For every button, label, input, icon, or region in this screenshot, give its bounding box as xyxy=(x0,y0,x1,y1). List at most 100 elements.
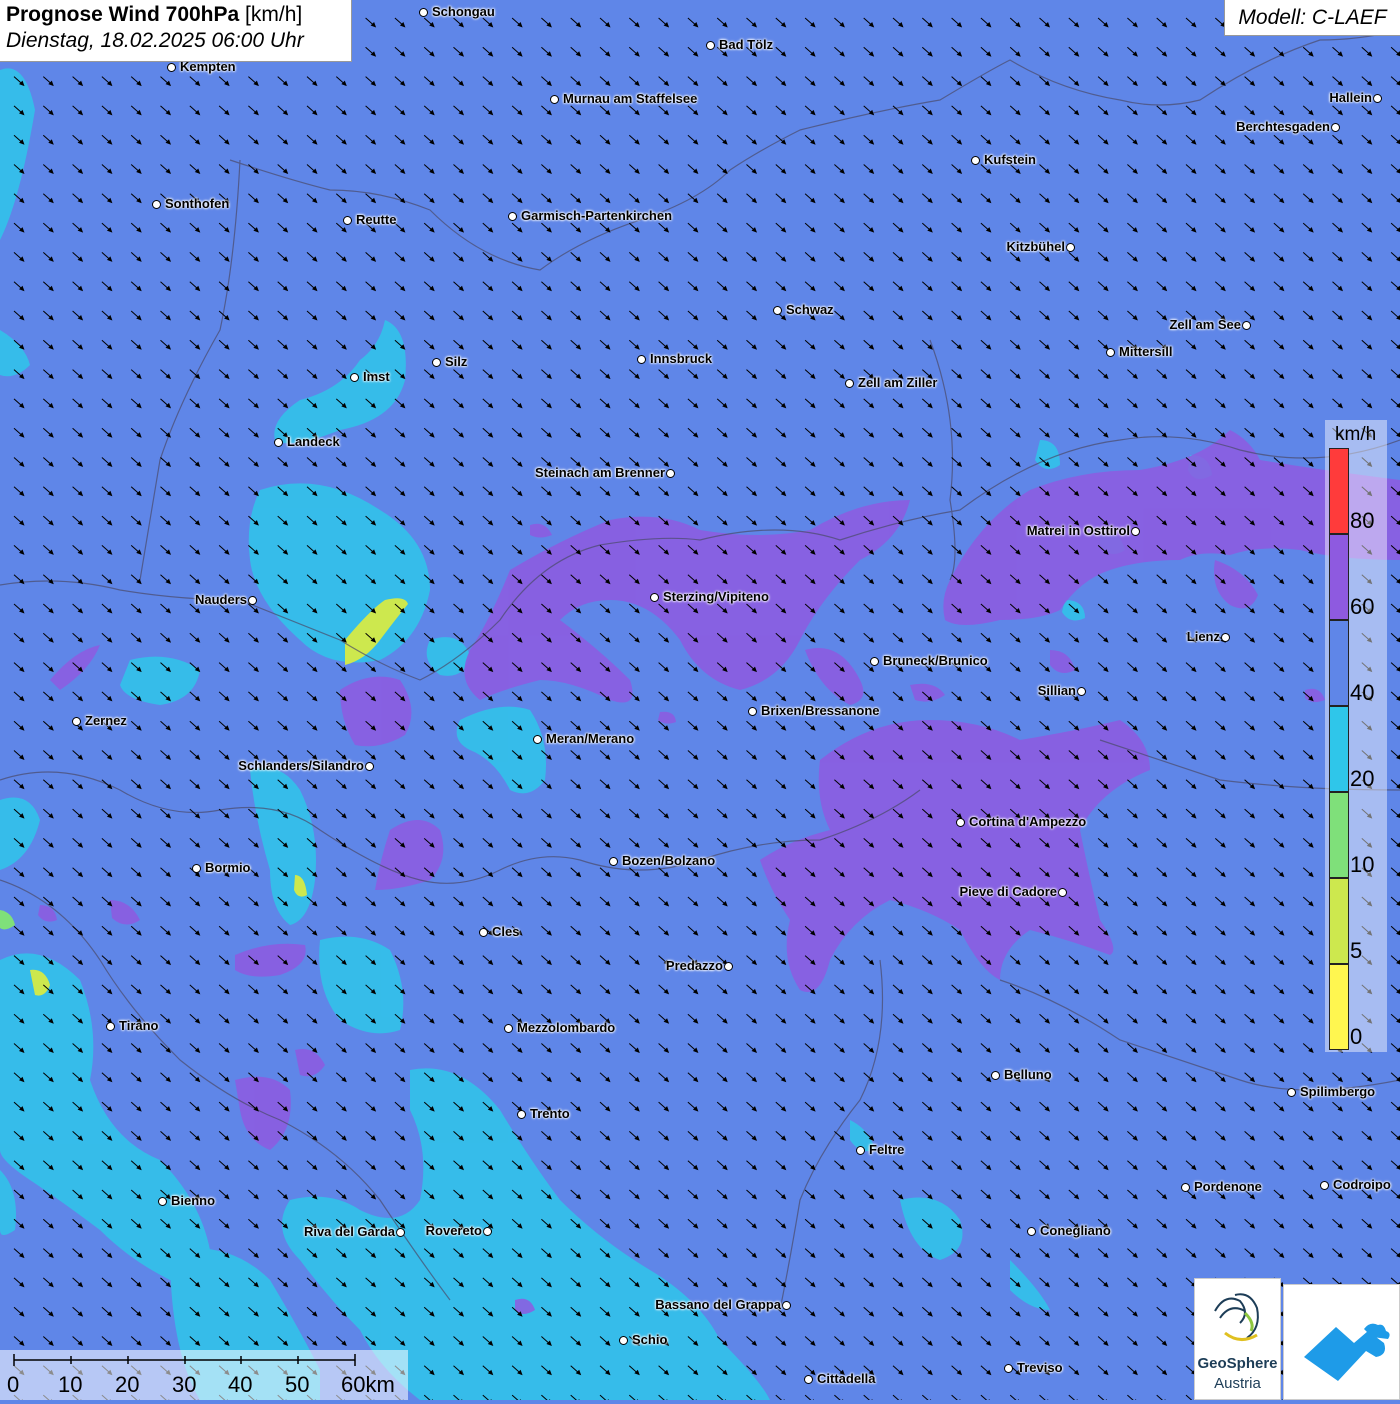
city-label: Schlanders/Silandro xyxy=(238,758,364,773)
legend-tick-10: 10 xyxy=(1350,852,1375,877)
partner-logo xyxy=(1283,1284,1400,1400)
city-label: Trento xyxy=(530,1106,570,1121)
city-marker xyxy=(650,593,659,602)
city-label: Matrei in Osttirol xyxy=(1026,523,1130,538)
city-label: Silz xyxy=(445,354,468,369)
city-label: Lienz xyxy=(1186,629,1220,644)
city-label: Schongau xyxy=(432,4,495,19)
city-marker xyxy=(479,928,488,937)
city-marker xyxy=(1287,1088,1296,1097)
city-label: Sonthofen xyxy=(165,196,230,211)
city-label: Cortina d'Ampezzo xyxy=(969,814,1087,829)
city-marker xyxy=(845,379,854,388)
city-marker xyxy=(1131,527,1140,536)
city-label: Bruneck/Brunico xyxy=(883,653,988,668)
scale-bar: 0 10 20 30 40 50 60km xyxy=(0,1350,408,1400)
city-marker xyxy=(666,469,675,478)
legend-tick-40: 40 xyxy=(1350,680,1375,705)
legend-swatch-20 xyxy=(1329,706,1349,792)
title-box: Prognose Wind 700hPa [km/h] Dienstag, 18… xyxy=(0,0,352,62)
forecast-date: Dienstag, 18.02.2025 06:00 Uhr xyxy=(6,29,304,52)
city-label: Schio xyxy=(632,1332,668,1347)
city-label: Hallein xyxy=(1329,90,1372,105)
city-marker xyxy=(773,306,782,315)
legend-tick-60: 60 xyxy=(1350,594,1375,619)
city-marker xyxy=(1181,1183,1190,1192)
city-label: Kitzbühel xyxy=(1006,239,1066,254)
city-marker xyxy=(483,1227,492,1236)
legend-swatch-10 xyxy=(1329,792,1349,878)
city-label: Belluno xyxy=(1004,1067,1052,1082)
city-label: Imst xyxy=(363,369,390,384)
city-marker xyxy=(1077,687,1086,696)
city-marker xyxy=(637,355,646,364)
city-marker xyxy=(971,156,980,165)
city-marker xyxy=(72,717,81,726)
legend-swatch-80 xyxy=(1329,448,1349,534)
city-label: Zernez xyxy=(85,713,127,728)
city-marker xyxy=(782,1301,791,1310)
legend-swatch-60 xyxy=(1329,534,1349,620)
city-label: Berchtesgaden xyxy=(1236,119,1330,134)
mountain-cloud-logo-icon xyxy=(1304,1323,1390,1381)
city-marker xyxy=(1331,123,1340,132)
city-marker xyxy=(343,216,352,225)
city-marker xyxy=(350,373,359,382)
title-main: Prognose Wind 700hPa xyxy=(6,3,240,26)
city-marker xyxy=(1373,94,1382,103)
city-marker xyxy=(609,857,618,866)
city-label: Tirano xyxy=(119,1018,159,1033)
city-marker xyxy=(158,1197,167,1206)
legend-tick-0: 0 xyxy=(1350,1024,1363,1049)
legend-tick-5: 5 xyxy=(1350,938,1363,963)
color-legend: km/h 80 60 40 20 10 5 0 xyxy=(1325,420,1387,1052)
city-label: Meran/Merano xyxy=(546,731,635,746)
city-label: Schwaz xyxy=(786,302,834,317)
city-marker xyxy=(856,1146,865,1155)
legend-swatch-40 xyxy=(1329,620,1349,706)
city-marker xyxy=(504,1024,513,1033)
city-label: Kufstein xyxy=(984,152,1036,167)
geosphere-name: GeoSphere xyxy=(1197,1355,1278,1372)
city-marker xyxy=(106,1022,115,1031)
geosphere-sub: Austria xyxy=(1214,1375,1261,1392)
model-label: Modell: C-LAEF xyxy=(1224,0,1400,36)
city-label: Predazzo xyxy=(665,958,723,973)
title-unit: [km/h] xyxy=(245,3,303,26)
city-marker xyxy=(1106,348,1115,357)
city-label: Brixen/Bressanone xyxy=(761,703,880,718)
city-label: Bozen/Bolzano xyxy=(622,853,716,868)
city-marker xyxy=(419,8,428,17)
city-marker xyxy=(396,1228,405,1237)
city-marker xyxy=(956,818,965,827)
city-marker xyxy=(1320,1181,1329,1190)
city-marker xyxy=(804,1375,813,1384)
city-label: Cittadella xyxy=(817,1371,876,1386)
city-marker xyxy=(550,95,559,104)
city-marker xyxy=(517,1110,526,1119)
city-label: Landeck xyxy=(287,434,340,449)
map-title: Prognose Wind 700hPa [km/h] xyxy=(6,3,345,27)
city-label: Bassano del Grappa xyxy=(655,1297,781,1312)
city-label: Pordenone xyxy=(1194,1179,1262,1194)
city-label: Spilimbergo xyxy=(1300,1084,1376,1099)
city-label: Murnau am Staffelsee xyxy=(563,91,698,106)
legend-swatch-0 xyxy=(1329,964,1349,1050)
city-marker xyxy=(1058,888,1067,897)
city-marker xyxy=(152,200,161,209)
city-marker xyxy=(167,63,176,72)
city-label: Kempten xyxy=(180,59,236,74)
city-label: Mittersill xyxy=(1119,344,1173,359)
geosphere-emblem-icon xyxy=(1214,1293,1259,1341)
city-marker xyxy=(274,438,283,447)
city-label: Conegliano xyxy=(1040,1223,1111,1238)
city-label: Cles xyxy=(492,924,520,939)
city-marker xyxy=(192,864,201,873)
city-label: Riva del Garda xyxy=(303,1224,395,1239)
city-marker xyxy=(1221,633,1230,642)
scale-label-50: 50 xyxy=(285,1372,310,1397)
city-marker xyxy=(1242,321,1251,330)
city-marker xyxy=(870,657,879,666)
city-marker xyxy=(619,1336,628,1345)
scale-label-10: 10 xyxy=(58,1372,83,1397)
